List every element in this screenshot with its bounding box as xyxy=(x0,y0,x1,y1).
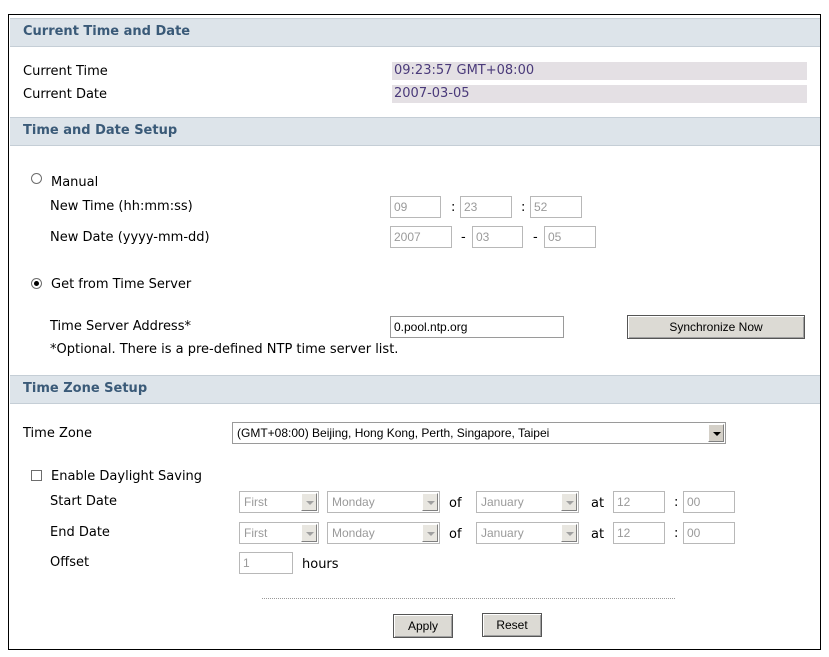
section-title: Current Time and Date xyxy=(23,24,191,39)
new-time-second-input[interactable]: 52 xyxy=(530,196,582,218)
section-title: Time and Date Setup xyxy=(23,123,178,138)
at-label: at xyxy=(591,496,605,511)
at-label: at xyxy=(591,527,605,542)
current-date-label: Current Date xyxy=(23,87,108,102)
start-weekday-value: Monday xyxy=(332,495,375,509)
time-server-address-label: Time Server Address* xyxy=(50,319,191,334)
current-time-label: Current Time xyxy=(23,64,108,79)
new-time-hour-input[interactable]: 09 xyxy=(390,196,441,218)
section-header-zone: Time Zone Setup xyxy=(10,375,820,404)
new-date-day-input[interactable]: 05 xyxy=(544,226,596,248)
current-date-value: 2007-03-05 xyxy=(392,85,807,103)
time-separator: : xyxy=(521,200,526,215)
time-separator: : xyxy=(674,526,679,541)
time-zone-label: Time Zone xyxy=(23,426,93,441)
daylight-saving-label: Enable Daylight Saving xyxy=(51,469,203,484)
synchronize-now-button[interactable]: Synchronize Now xyxy=(627,315,805,339)
end-week-value: First xyxy=(244,526,268,540)
start-hour-input[interactable]: 12 xyxy=(613,491,665,513)
hours-label: hours xyxy=(302,557,339,572)
section-header-current: Current Time and Date xyxy=(10,18,820,47)
of-label: of xyxy=(449,496,462,511)
chevron-down-icon xyxy=(561,524,577,542)
new-date-month-input[interactable]: 03 xyxy=(472,226,523,248)
chevron-down-icon xyxy=(301,493,317,511)
time-separator: : xyxy=(451,200,456,215)
divider xyxy=(262,598,675,599)
chevron-down-icon xyxy=(422,524,438,542)
time-separator: : xyxy=(674,495,679,510)
section-header-setup: Time and Date Setup xyxy=(10,117,820,146)
of-label: of xyxy=(449,527,462,542)
manual-label: Manual xyxy=(51,175,99,190)
time-settings-panel: Current Time and Date Current Time 09:23… xyxy=(8,14,821,650)
end-weekday-select[interactable]: Monday xyxy=(327,522,440,544)
start-weekday-select[interactable]: Monday xyxy=(327,491,440,513)
start-month-select[interactable]: January xyxy=(476,491,579,513)
start-month-value: January xyxy=(481,495,524,509)
end-hour-input[interactable]: 12 xyxy=(613,522,665,544)
start-date-label: Start Date xyxy=(50,494,117,509)
time-server-address-input[interactable]: 0.pool.ntp.org xyxy=(390,316,564,338)
start-week-select[interactable]: First xyxy=(239,491,319,513)
time-server-radio[interactable] xyxy=(31,278,42,289)
end-month-select[interactable]: January xyxy=(476,522,579,544)
new-date-year-input[interactable]: 2007 xyxy=(390,226,452,248)
new-time-label: New Time (hh:mm:ss) xyxy=(50,199,193,214)
date-separator: - xyxy=(461,230,466,245)
time-server-label: Get from Time Server xyxy=(51,277,192,292)
chevron-down-icon xyxy=(708,424,724,442)
start-week-value: First xyxy=(244,495,268,509)
time-zone-value: (GMT+08:00) Beijing, Hong Kong, Perth, S… xyxy=(237,426,550,440)
offset-input[interactable]: 1 xyxy=(239,552,293,574)
current-time-value: 09:23:57 GMT+08:00 xyxy=(392,62,807,80)
reset-button[interactable]: Reset xyxy=(482,613,542,637)
date-separator: - xyxy=(533,230,538,245)
new-date-label: New Date (yyyy-mm-dd) xyxy=(50,230,210,245)
chevron-down-icon xyxy=(301,524,317,542)
end-minute-input[interactable]: 00 xyxy=(683,522,735,544)
section-title: Time Zone Setup xyxy=(23,381,148,396)
apply-button[interactable]: Apply xyxy=(393,614,453,638)
new-time-minute-input[interactable]: 23 xyxy=(460,196,512,218)
end-week-select[interactable]: First xyxy=(239,522,319,544)
end-weekday-value: Monday xyxy=(332,526,375,540)
manual-radio[interactable] xyxy=(31,173,42,184)
start-minute-input[interactable]: 00 xyxy=(683,491,735,513)
offset-label: Offset xyxy=(50,555,90,570)
chevron-down-icon xyxy=(422,493,438,511)
chevron-down-icon xyxy=(561,493,577,511)
end-month-value: January xyxy=(481,526,524,540)
daylight-saving-checkbox[interactable] xyxy=(31,470,42,481)
time-server-note: *Optional. There is a pre-defined NTP ti… xyxy=(50,342,399,357)
time-zone-select[interactable]: (GMT+08:00) Beijing, Hong Kong, Perth, S… xyxy=(232,422,726,444)
end-date-label: End Date xyxy=(50,525,110,540)
